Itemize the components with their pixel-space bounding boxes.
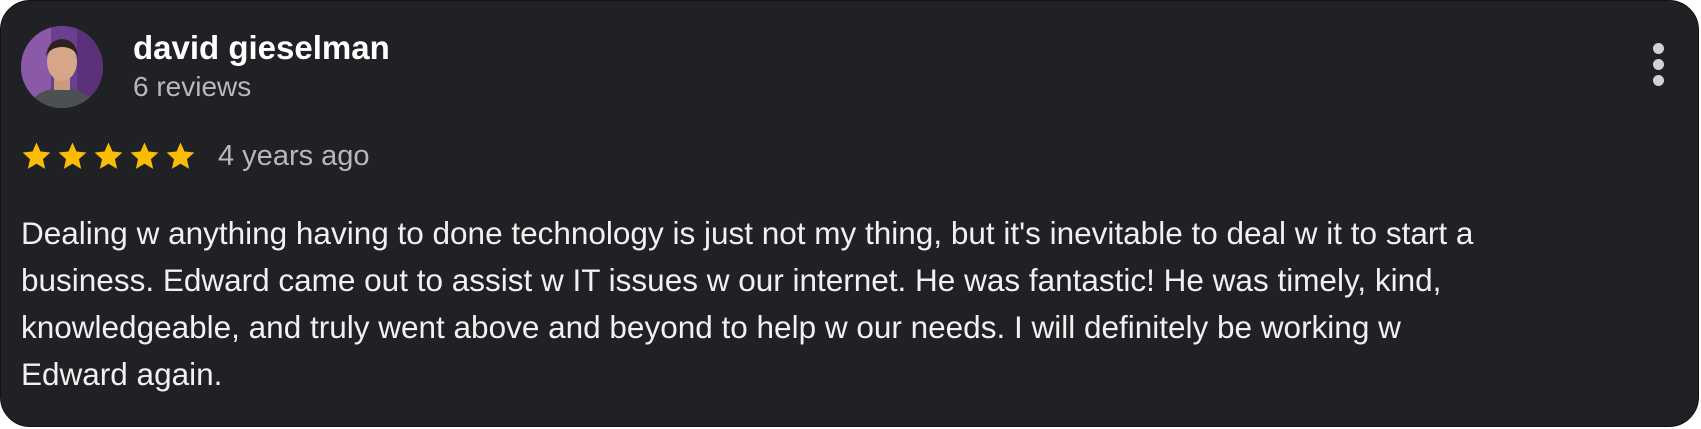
star-icon — [166, 141, 195, 169]
author-name[interactable]: david gieselman — [133, 29, 390, 67]
star-icon — [94, 141, 123, 169]
more-vert-icon-dot — [1653, 43, 1664, 54]
star-icon — [58, 141, 87, 169]
avatar[interactable] — [21, 26, 103, 108]
review-text-line: Edward again. — [21, 356, 223, 392]
review-card: david gieselman 6 reviews 4 years ago De… — [0, 0, 1699, 427]
more-vert-icon-dot — [1653, 59, 1664, 70]
more-vert-icon-dot — [1653, 75, 1664, 86]
more-options-button[interactable] — [1641, 43, 1675, 95]
review-text-line: knowledgeable, and truly went above and … — [21, 309, 1401, 345]
rating-row: 4 years ago — [20, 135, 370, 177]
star-rating — [20, 140, 200, 173]
review-text-line: Dealing w anything having to done techno… — [21, 215, 1474, 251]
avatar-photo — [21, 26, 103, 108]
star-icon — [130, 141, 159, 169]
review-count[interactable]: 6 reviews — [133, 71, 251, 103]
star-icon — [22, 141, 51, 169]
review-text: Dealing w anything having to done techno… — [21, 210, 1681, 398]
review-time: 4 years ago — [218, 139, 370, 172]
review-text-line: business. Edward came out to assist w IT… — [21, 262, 1442, 298]
